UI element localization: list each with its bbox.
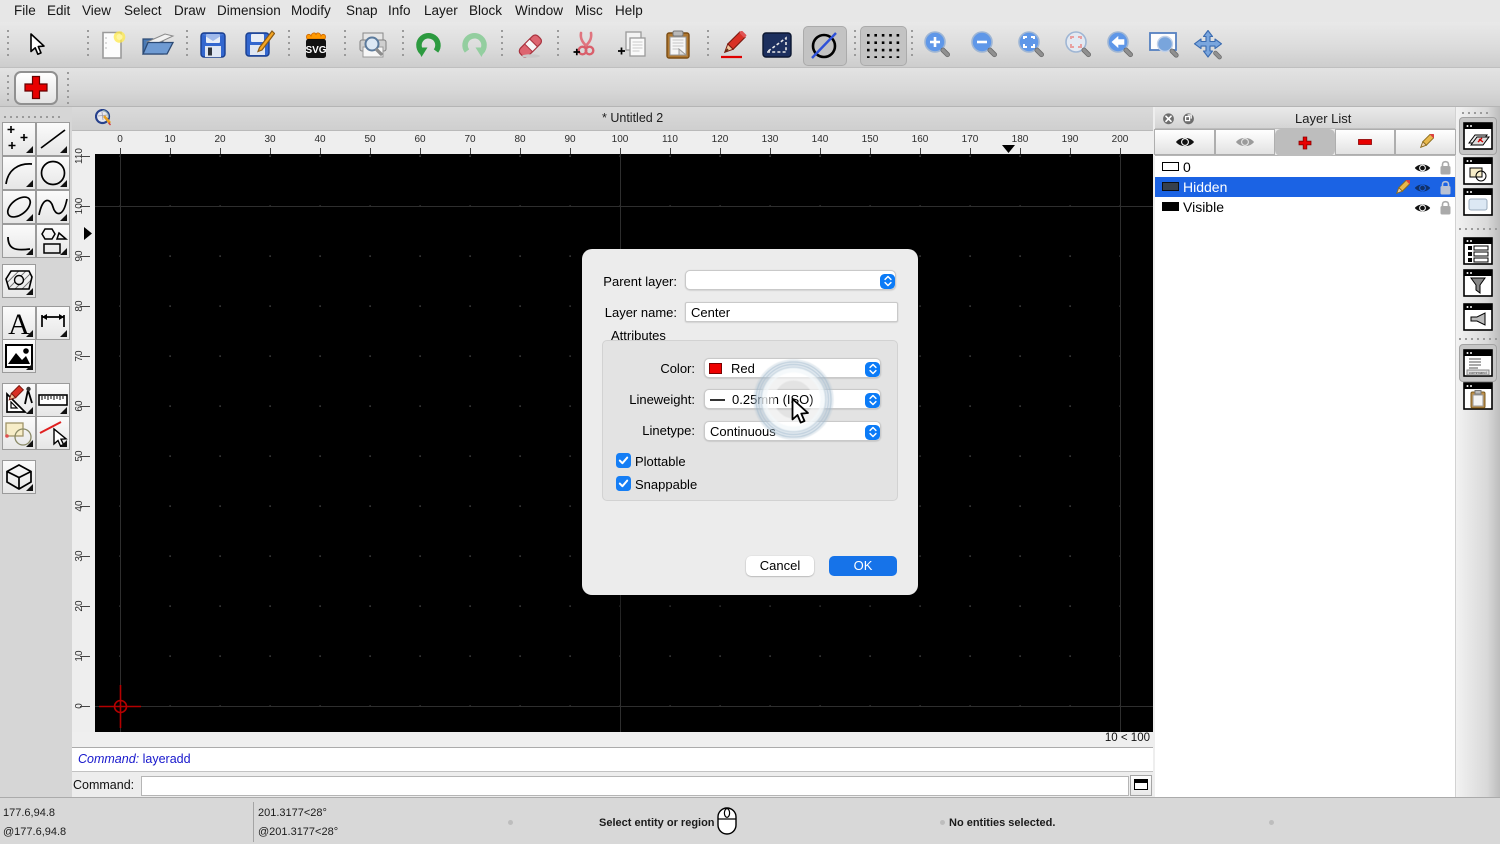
- svg-text:SVG: SVG: [305, 45, 326, 56]
- svg-text:command: command: [1469, 370, 1487, 375]
